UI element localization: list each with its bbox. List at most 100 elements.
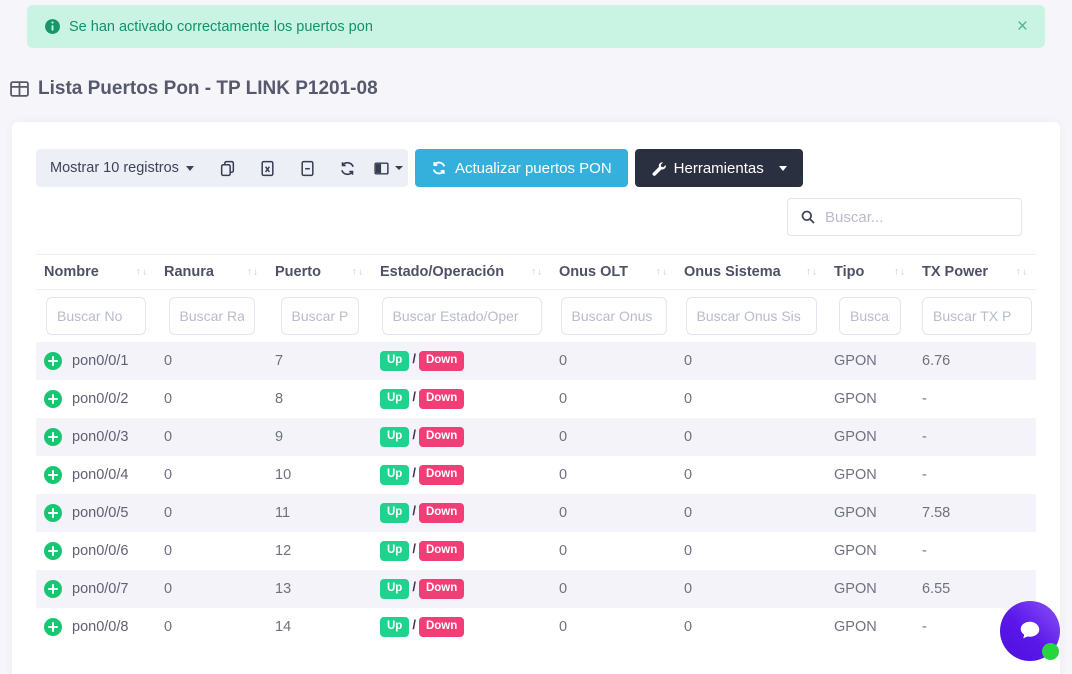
pon-ports-table: Nombre↑↓ Ranura↑↓ Puerto↑↓ Estado/Operac… (36, 254, 1036, 646)
tx-power-value: 7.58 (914, 494, 1036, 532)
copy-icon (219, 160, 236, 177)
filter-tx-power-input[interactable] (922, 297, 1032, 335)
export-excel-button[interactable] (248, 149, 288, 187)
reload-table-button[interactable] (328, 149, 368, 187)
table-filter-row (36, 290, 1036, 343)
expand-row-button[interactable] (44, 352, 62, 370)
filter-puerto-input[interactable] (281, 297, 359, 335)
expand-row-button[interactable] (44, 618, 62, 636)
status-separator: / (412, 351, 416, 366)
column-label: Ranura (164, 264, 214, 280)
expand-row-button[interactable] (44, 504, 62, 522)
puerto-value: 9 (267, 418, 372, 456)
onus-olt-value: 0 (551, 342, 676, 380)
column-header-onus-sistema[interactable]: Onus Sistema↑↓ (676, 255, 826, 290)
sort-icon: ↑↓ (531, 267, 543, 278)
filter-nombre-input[interactable] (46, 297, 146, 335)
column-visibility-button[interactable] (368, 149, 408, 187)
puerto-value: 8 (267, 380, 372, 418)
status-up-badge[interactable]: Up (380, 427, 409, 446)
export-file-button[interactable] (288, 149, 328, 187)
search-input[interactable] (825, 209, 1024, 226)
tipo-value: GPON (826, 342, 914, 380)
status-up-badge[interactable]: Up (380, 351, 409, 370)
tx-power-value: - (914, 418, 1036, 456)
status-down-badge[interactable]: Down (419, 427, 464, 446)
filter-onus-sistema-input[interactable] (686, 297, 817, 335)
alert-close-button[interactable]: × (1017, 17, 1028, 36)
column-header-tipo[interactable]: Tipo↑↓ (826, 255, 914, 290)
search-icon (800, 209, 816, 225)
column-label: Onus OLT (559, 264, 628, 280)
expand-row-button[interactable] (44, 466, 62, 484)
filter-ranura-input[interactable] (169, 297, 255, 335)
sort-icon: ↑↓ (136, 267, 148, 278)
status-up-badge[interactable]: Up (380, 617, 409, 636)
status-separator: / (412, 541, 416, 556)
column-header-nombre[interactable]: Nombre ↑↓ (36, 255, 156, 290)
sort-icon: ↑↓ (806, 267, 818, 278)
show-entries-button[interactable]: Mostrar 10 registros (36, 149, 208, 187)
copy-button[interactable] (208, 149, 248, 187)
status-down-badge[interactable]: Down (419, 503, 464, 522)
column-header-puerto[interactable]: Puerto↑↓ (267, 255, 372, 290)
column-header-tx-power[interactable]: TX Power↑↓ (914, 255, 1036, 290)
onus-olt-value: 0 (551, 418, 676, 456)
onus-sistema-value: 0 (676, 608, 826, 646)
sync-icon (339, 160, 356, 177)
filter-estado-input[interactable] (382, 297, 542, 335)
filter-tipo-input[interactable] (839, 297, 901, 335)
status-separator: / (412, 389, 416, 404)
expand-row-button[interactable] (44, 390, 62, 408)
table-row: pon0/0/2 0 8 Up/Down 0 0 GPON - (36, 380, 1036, 418)
status-up-badge[interactable]: Up (380, 503, 409, 522)
status-down-badge[interactable]: Down (419, 579, 464, 598)
puerto-value: 11 (267, 494, 372, 532)
table-row: pon0/0/7 0 13 Up/Down 0 0 GPON 6.55 (36, 570, 1036, 608)
status-up-badge[interactable]: Up (380, 541, 409, 560)
status-down-badge[interactable]: Down (419, 617, 464, 636)
ranura-value: 0 (156, 380, 267, 418)
info-icon (44, 18, 61, 35)
expand-row-button[interactable] (44, 542, 62, 560)
status-down-badge[interactable]: Down (419, 351, 464, 370)
status-separator: / (412, 427, 416, 442)
column-header-estado[interactable]: Estado/Operación↑↓ (372, 255, 551, 290)
status-down-badge[interactable]: Down (419, 389, 464, 408)
column-header-onus-olt[interactable]: Onus OLT↑↓ (551, 255, 676, 290)
puerto-value: 10 (267, 456, 372, 494)
status-up-badge[interactable]: Up (380, 579, 409, 598)
refresh-icon (431, 160, 447, 176)
onus-sistema-value: 0 (676, 494, 826, 532)
onus-olt-value: 0 (551, 456, 676, 494)
wrench-icon (651, 161, 666, 176)
chevron-down-icon (186, 166, 194, 171)
port-name: pon0/0/1 (72, 353, 128, 369)
column-label: Nombre (44, 264, 99, 280)
ranura-value: 0 (156, 608, 267, 646)
tools-button[interactable]: Herramientas (635, 149, 803, 187)
status-up-badge[interactable]: Up (380, 465, 409, 484)
onus-olt-value: 0 (551, 608, 676, 646)
alert-message: Se han activado correctamente los puerto… (69, 19, 373, 35)
onus-olt-value: 0 (551, 532, 676, 570)
column-header-ranura[interactable]: Ranura↑↓ (156, 255, 267, 290)
tipo-value: GPON (826, 570, 914, 608)
status-separator: / (412, 465, 416, 480)
sort-icon: ↑↓ (352, 267, 364, 278)
file-excel-icon (259, 160, 276, 177)
table-row: pon0/0/5 0 11 Up/Down 0 0 GPON 7.58 (36, 494, 1036, 532)
expand-row-button[interactable] (44, 580, 62, 598)
update-pon-ports-button[interactable]: Actualizar puertos PON (415, 149, 628, 187)
chat-widget-button[interactable] (1000, 601, 1060, 661)
status-separator: / (412, 579, 416, 594)
table-icon (10, 81, 29, 97)
status-up-badge[interactable]: Up (380, 389, 409, 408)
filter-onus-olt-input[interactable] (561, 297, 667, 335)
expand-row-button[interactable] (44, 428, 62, 446)
ports-card: Mostrar 10 registros (12, 122, 1060, 674)
column-label: TX Power (922, 264, 988, 280)
onus-olt-value: 0 (551, 494, 676, 532)
status-down-badge[interactable]: Down (419, 541, 464, 560)
status-down-badge[interactable]: Down (419, 465, 464, 484)
